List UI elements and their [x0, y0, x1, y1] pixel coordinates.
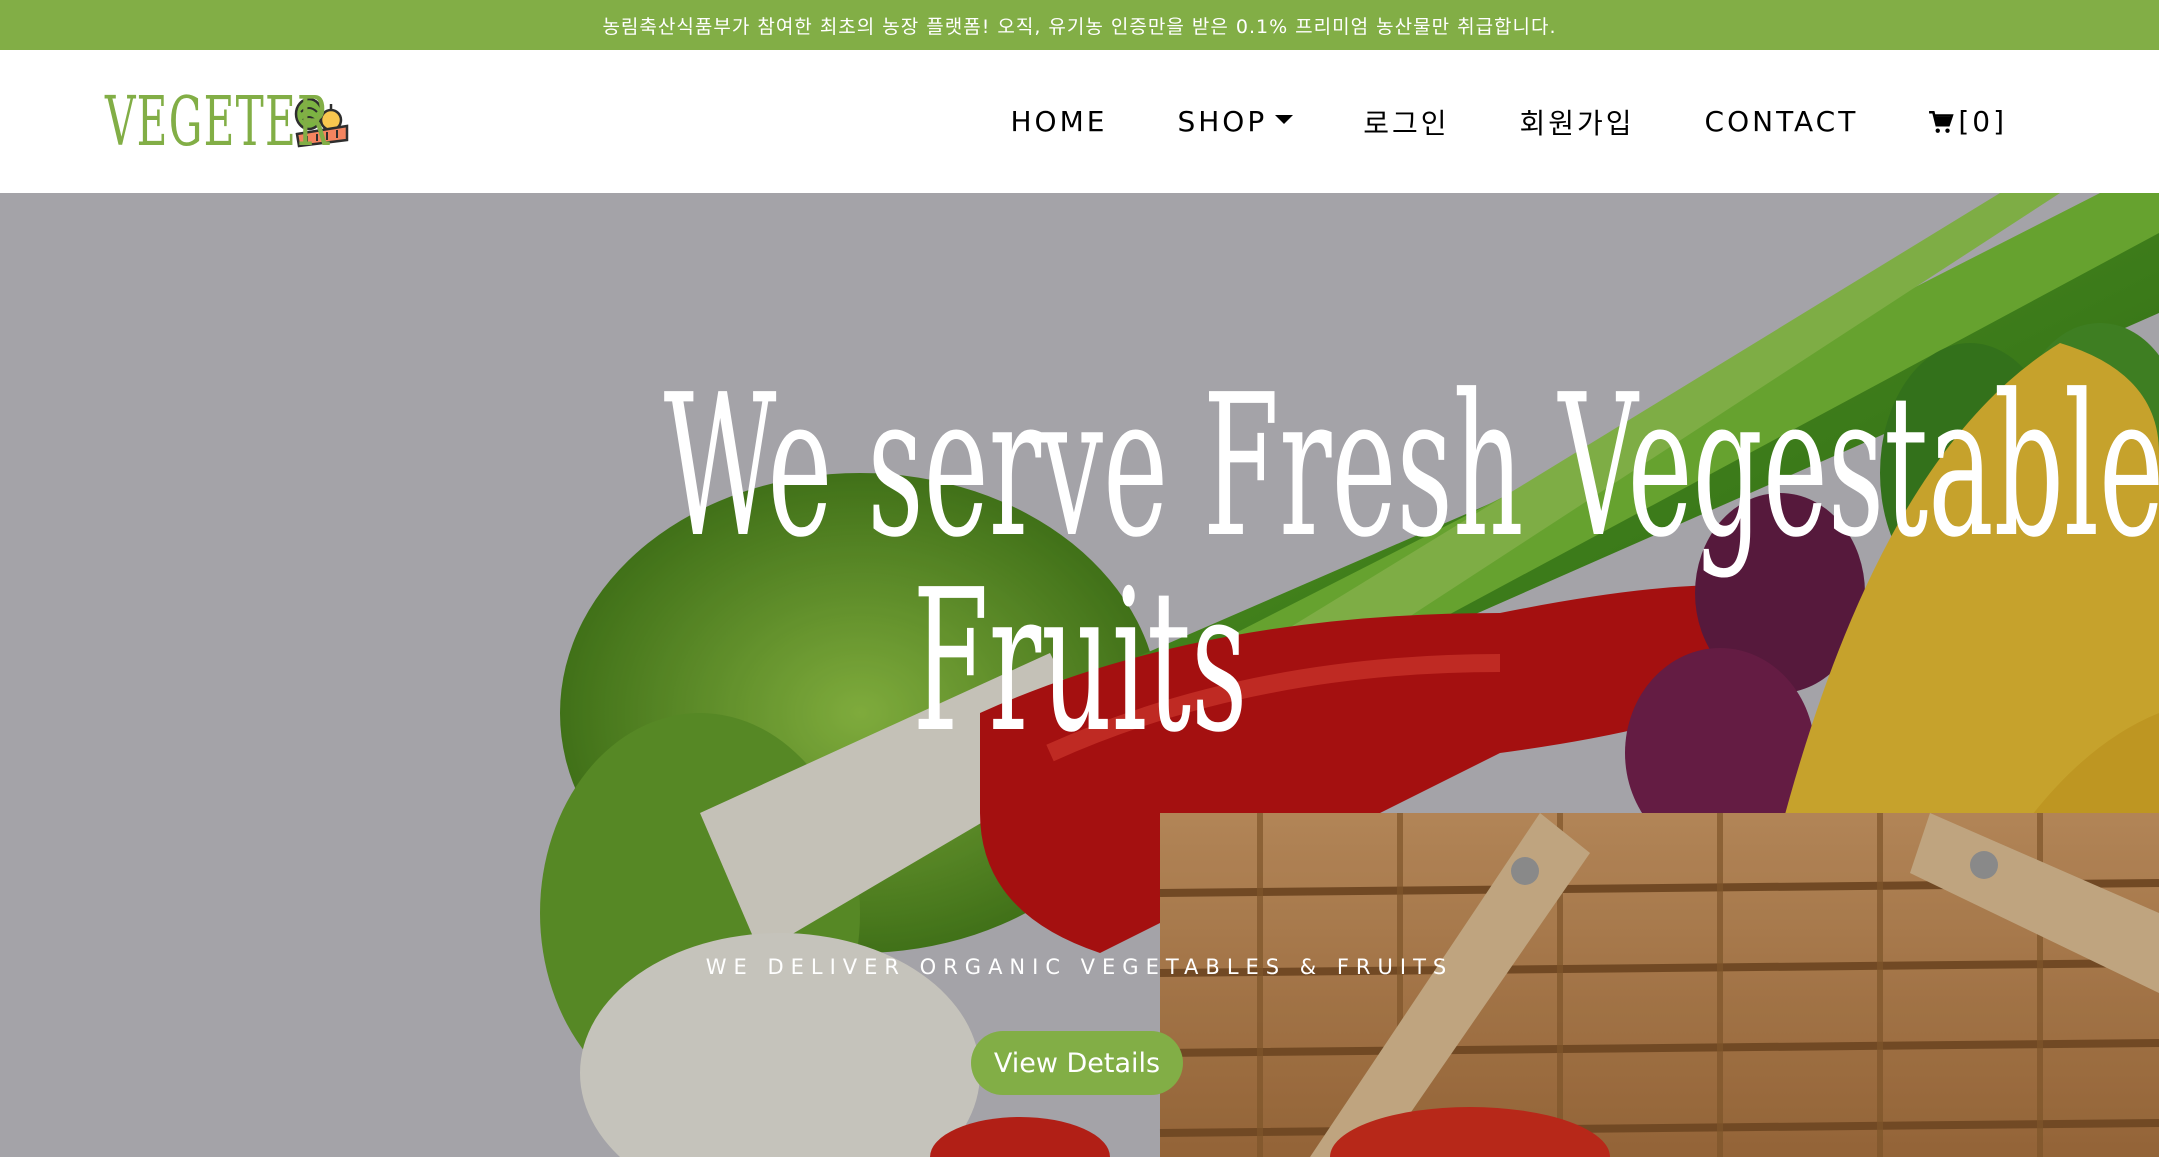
cart-count: [0] — [1958, 105, 2007, 138]
nav-shop-label: SHOP — [1177, 105, 1268, 138]
hero-title-line-1-text: We serve Fresh Vegestables & — [663, 353, 2159, 581]
hero-title-line-2-text: Fruits — [912, 548, 1247, 776]
hero-subtitle: WE DELIVER ORGANIC VEGETABLES & FRUITS — [705, 955, 1454, 979]
nav-cart[interactable]: [0] — [1928, 105, 2007, 138]
view-details-button[interactable]: View Details — [971, 1031, 1183, 1095]
announcement-bar: 농림축산식품부가 참여한 최초의 농장 플랫폼! 오직, 유기농 인증만을 받은… — [0, 0, 2159, 50]
announcement-text: 농림축산식품부가 참여한 최초의 농장 플랫폼! 오직, 유기농 인증만을 받은… — [602, 15, 1557, 38]
brand-name[interactable]: VEGETER — [105, 83, 329, 162]
nav-contact[interactable]: CONTACT — [1705, 105, 1859, 138]
navbar: VEGETER HOME SHOP 로그인 회원가입 CONTACT [0] — [0, 50, 2159, 193]
main-nav: HOME SHOP 로그인 회원가입 CONTACT [0] — [1011, 50, 2008, 193]
nav-home[interactable]: HOME — [1011, 105, 1108, 138]
brand[interactable]: VEGETER — [105, 82, 353, 162]
cart-icon — [1929, 110, 1954, 133]
nav-login[interactable]: 로그인 — [1363, 102, 1449, 142]
hero-title-line-2: Fruits — [0, 548, 2159, 776]
caret-down-icon — [1275, 115, 1294, 124]
nav-signup[interactable]: 회원가입 — [1520, 102, 1635, 142]
hero-banner: We serve Fresh Vegestables & Fruits WE D… — [0, 193, 2159, 1157]
nav-shop[interactable]: SHOP — [1177, 105, 1294, 138]
hero-title-line-1: We serve Fresh Vegestables & — [0, 353, 2159, 581]
